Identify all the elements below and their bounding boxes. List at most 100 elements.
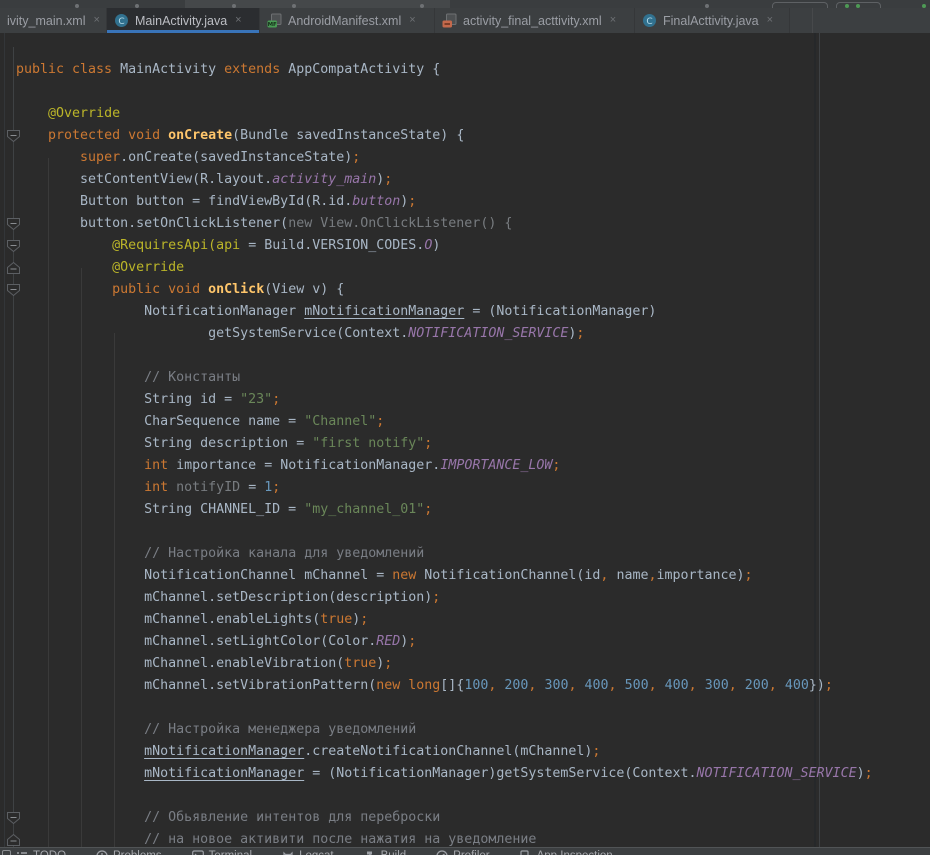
code-line-13[interactable]: getSystemService(Context.NOTIFICATION_SE… <box>16 323 873 345</box>
close-icon[interactable]: × <box>235 15 241 26</box>
code-line-5[interactable]: super.onCreate(savedInstanceState); <box>16 147 873 169</box>
fold-region-start-icon[interactable] <box>6 811 21 825</box>
tab-bar-divider <box>812 8 813 33</box>
code-line-33[interactable]: mNotificationManager = (NotificationMana… <box>16 763 873 785</box>
code-line-9[interactable]: @RequiresApi(api = Build.VERSION_CODES.O… <box>16 235 873 257</box>
code-line-12[interactable]: NotificationManager mNotificationManager… <box>16 301 873 323</box>
manifest-file-icon: MF <box>267 13 282 28</box>
code-line-28[interactable]: mChannel.enableVibration(true); <box>16 653 873 675</box>
android-studio-window: ivity_main.xml × C MainActivity.java × MF Andr… <box>0 0 930 855</box>
tool-window-label: TODO <box>33 850 66 855</box>
tab-mainactivity-java[interactable]: C MainActivity.java × <box>107 8 260 33</box>
tool-window-button-todo[interactable]: TODO <box>16 850 66 855</box>
code-line-17[interactable]: CharSequence name = "Channel"; <box>16 411 873 433</box>
profiler-icon <box>436 850 448 855</box>
code-line-16[interactable]: String id = "23"; <box>16 389 873 411</box>
tool-window-button-profiler[interactable]: Profiler <box>436 850 489 855</box>
code-line-36[interactable]: // на новое активити после нажатия на ув… <box>16 829 873 847</box>
tool-window-button-logcat[interactable]: Logcat <box>282 850 334 855</box>
terminal-icon <box>192 850 204 855</box>
problems-icon <box>96 850 108 855</box>
code-line-7[interactable]: Button button = findViewById(R.id.button… <box>16 191 873 213</box>
tab-label: activity_final_acttivity.xml <box>463 14 602 28</box>
main-toolbar <box>0 0 930 8</box>
tool-window-label: Terminal <box>209 850 252 855</box>
code-line-22[interactable] <box>16 521 873 543</box>
fold-region-start-icon[interactable] <box>6 239 21 253</box>
code-line-24[interactable]: NotificationChannel mChannel = new Notif… <box>16 565 873 587</box>
fold-region-end-icon[interactable] <box>6 261 21 275</box>
tool-window-button-terminal[interactable]: Terminal <box>192 850 252 855</box>
tool-window-label: Profiler <box>453 850 489 855</box>
tab-ivity-main-xml[interactable]: ivity_main.xml × <box>0 8 107 33</box>
code-line-34[interactable] <box>16 785 873 807</box>
code-line-4[interactable]: protected void onCreate(Bundle savedInst… <box>16 125 873 147</box>
svg-text:MF: MF <box>268 22 277 28</box>
code-line-25[interactable]: mChannel.setDescription(description); <box>16 587 873 609</box>
close-icon[interactable]: × <box>409 15 415 26</box>
close-icon[interactable]: × <box>610 15 616 26</box>
tool-window-label: Problems <box>113 850 162 855</box>
tool-window-corner-icon[interactable] <box>2 850 11 855</box>
run-configuration-selector[interactable] <box>185 0 450 8</box>
tab-finalacttivity-java[interactable]: C FinalActtivity.java × <box>635 8 790 33</box>
tool-window-label: Build <box>381 850 407 855</box>
code-line-18[interactable]: String description = "first notify"; <box>16 433 873 455</box>
indent-guide <box>81 268 82 847</box>
code-line-29[interactable]: mChannel.setVibrationPattern(new long[]{… <box>16 675 873 697</box>
tab-androidmanifest-xml[interactable]: MF AndroidManifest.xml × <box>260 8 435 33</box>
code-line-23[interactable]: // Настройка канала для уведомлений <box>16 543 873 565</box>
code-line-2[interactable] <box>16 81 873 103</box>
logcat-icon <box>282 850 294 855</box>
class-icon: C <box>114 13 129 28</box>
tab-label: FinalActtivity.java <box>663 14 759 28</box>
code-line-6[interactable]: setContentView(R.layout.activity_main); <box>16 169 873 191</box>
code-line-35[interactable]: // Обьявление интентов для переброски <box>16 807 873 829</box>
code-line-8[interactable]: button.setOnClickListener(new View.OnCli… <box>16 213 873 235</box>
svg-text:C: C <box>118 17 124 27</box>
fold-region-start-icon[interactable] <box>6 283 21 297</box>
code-line-19[interactable]: int importance = NotificationManager.IMP… <box>16 455 873 477</box>
tool-window-button-app-inspection[interactable]: App Inspection <box>520 850 613 855</box>
tab-label: AndroidManifest.xml <box>288 14 401 28</box>
code-editor[interactable]: public class MainActivity extends AppCom… <box>0 33 930 847</box>
close-icon[interactable]: × <box>94 15 100 26</box>
code-line-27[interactable]: mChannel.setLightColor(Color.RED); <box>16 631 873 653</box>
fold-region-end-icon[interactable] <box>6 833 21 847</box>
tab-label: MainActivity.java <box>135 14 227 28</box>
code-line-14[interactable] <box>16 345 873 367</box>
code-text[interactable]: public class MainActivity extends AppCom… <box>16 59 873 847</box>
close-icon[interactable]: × <box>767 15 773 26</box>
indent-guide <box>48 158 49 847</box>
code-line-11[interactable]: public void onClick(View v) { <box>16 279 873 301</box>
gutter-fold-line <box>13 47 14 847</box>
code-line-21[interactable]: String CHANNEL_ID = "my_channel_01"; <box>16 499 873 521</box>
tool-window-button-build[interactable]: Build <box>364 850 407 855</box>
tool-window-label: App Inspection <box>537 850 613 855</box>
indent-guide <box>114 333 115 847</box>
code-line-15[interactable]: // Константы <box>16 367 873 389</box>
class-icon: C <box>642 13 657 28</box>
code-line-10[interactable]: @Override <box>16 257 873 279</box>
tool-window-label: Logcat <box>299 850 334 855</box>
tab-activity-final-acttivity-xml[interactable]: activity_final_acttivity.xml × <box>435 8 635 33</box>
svg-text:C: C <box>646 17 652 27</box>
code-line-26[interactable]: mChannel.enableLights(true); <box>16 609 873 631</box>
editor-tab-bar: ivity_main.xml × C MainActivity.java × MF Andr… <box>0 8 930 33</box>
code-line-31[interactable]: // Настройка менеджера уведомлений <box>16 719 873 741</box>
layout-xml-file-icon <box>442 13 457 28</box>
code-line-3[interactable]: @Override <box>16 103 873 125</box>
app-inspection-icon <box>520 850 532 855</box>
tool-window-bar: TODO Problems Terminal Logcat Build Profiler A… <box>0 847 930 855</box>
fold-region-start-icon[interactable] <box>6 129 21 143</box>
todo-icon <box>16 850 28 855</box>
build-hammer-icon <box>364 850 376 855</box>
code-line-30[interactable] <box>16 697 873 719</box>
code-line-32[interactable]: mNotificationManager.createNotificationC… <box>16 741 873 763</box>
fold-region-start-icon[interactable] <box>6 217 21 231</box>
code-line-20[interactable]: int notifyID = 1; <box>16 477 873 499</box>
editor-left-edge <box>4 33 5 847</box>
tab-label: ivity_main.xml <box>7 14 86 28</box>
tool-window-button-problems[interactable]: Problems <box>96 850 162 855</box>
code-line-1[interactable]: public class MainActivity extends AppCom… <box>16 59 873 81</box>
